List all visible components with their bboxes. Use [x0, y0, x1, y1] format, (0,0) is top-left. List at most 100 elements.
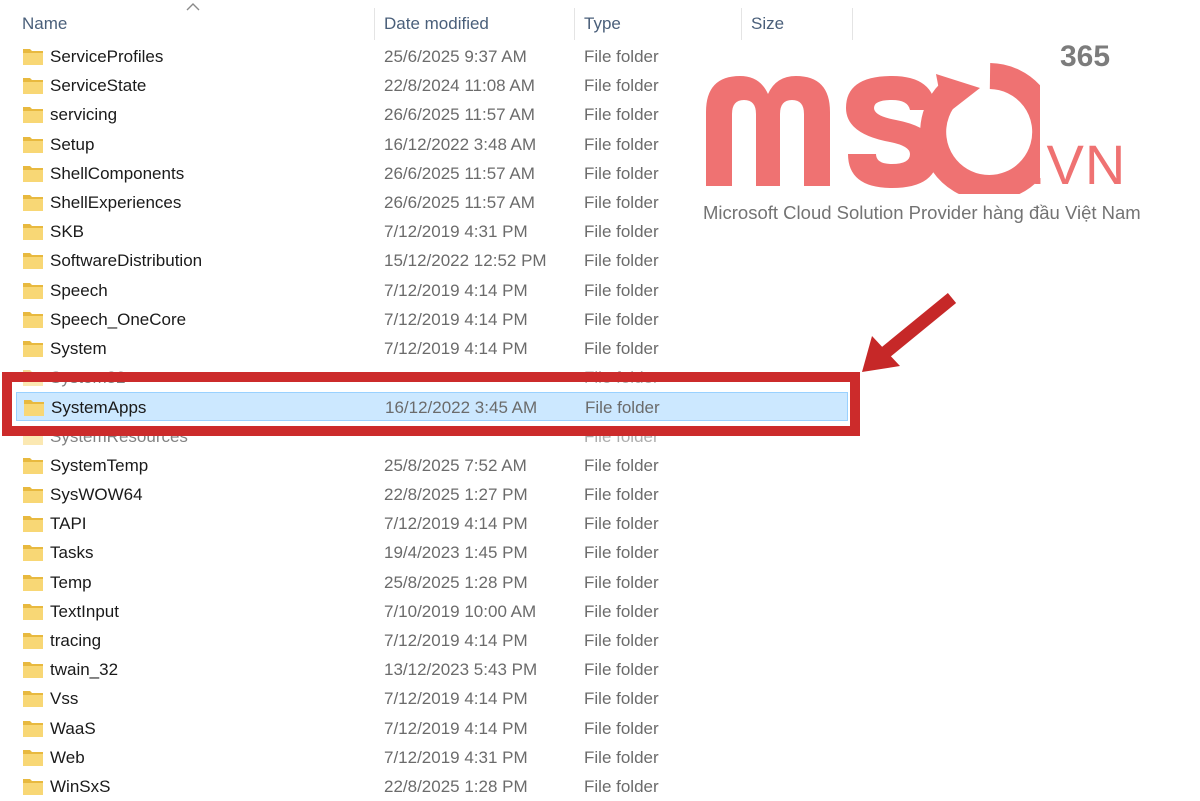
folder-icon: [23, 633, 43, 649]
file-date-modified: 15/12/2022 12:52 PM: [384, 251, 547, 271]
folder-icon: [23, 603, 43, 620]
folder-icon: [23, 428, 43, 445]
folder-icon: [23, 720, 43, 737]
column-header-date-modified[interactable]: Date modified: [384, 0, 574, 44]
file-date-modified: 16/12/2022 3:48 AM: [384, 134, 537, 154]
file-row[interactable]: SysWOW64 22/8/2025 1:27 PM File folder: [16, 480, 848, 509]
file-row-selected[interactable]: SystemApps 16/12/2022 3:45 AM File folder: [16, 392, 848, 422]
file-type: File folder: [585, 398, 660, 418]
file-name: ServiceProfiles: [50, 47, 164, 66]
column-header-type[interactable]: Type: [584, 0, 739, 44]
file-type: File folder: [584, 76, 659, 96]
file-name: Vss: [50, 689, 79, 709]
arrow-pointer-icon: [862, 292, 957, 372]
file-row[interactable]: WaaS 7/12/2019 4:14 PM File folder: [16, 714, 848, 743]
folder-icon: [23, 311, 43, 328]
folder-icon: [23, 195, 43, 211]
file-type: File folder: [584, 514, 659, 534]
file-row[interactable]: System 7/12/2019 4:14 PM File folder: [16, 334, 848, 363]
file-name: System32: [50, 368, 126, 388]
folder-icon: [23, 779, 43, 795]
file-row[interactable]: TAPI 7/12/2019 4:14 PM File folder: [16, 509, 848, 538]
file-date-modified: 22/8/2025 1:28 PM: [384, 777, 528, 796]
file-row[interactable]: Speech 7/12/2019 4:14 PM File folder: [16, 276, 848, 305]
column-divider[interactable]: [852, 8, 853, 40]
file-name: ShellComponents: [50, 163, 185, 183]
file-type: File folder: [584, 631, 659, 650]
file-date-modified: 7/10/2019 10:00 AM: [384, 601, 537, 621]
column-divider[interactable]: [574, 8, 575, 40]
file-date-modified: 26/6/2025 11:57 AM: [384, 105, 535, 125]
file-date-modified: 25/8/2025 1:28 PM: [384, 572, 528, 592]
file-date-modified: 25/6/2025 9:37 AM: [384, 47, 527, 66]
file-name: Setup: [50, 134, 95, 154]
file-date-modified: 22/8/2024 11:08 AM: [384, 76, 535, 96]
file-name: tracing: [50, 631, 102, 650]
file-date-modified: 7/12/2019 4:31 PM: [384, 222, 528, 242]
file-type: File folder: [584, 47, 659, 66]
folder-icon: [23, 457, 43, 474]
file-name: WaaS: [50, 718, 96, 738]
folder-icon: [23, 487, 43, 503]
file-type: File folder: [584, 105, 659, 125]
column-divider[interactable]: [374, 8, 375, 40]
file-type: File folder: [584, 251, 659, 271]
file-type: File folder: [584, 689, 659, 709]
file-name: ShellExperiences: [50, 193, 182, 212]
file-date-modified: 7/12/2019 4:14 PM: [384, 514, 528, 534]
file-name: twain_32: [50, 660, 119, 680]
folder-icon: [23, 574, 43, 591]
file-date-modified: 7/12/2019 4:14 PM: [384, 718, 528, 738]
file-row[interactable]: tracing 7/12/2019 4:14 PM File folder: [16, 626, 848, 655]
file-date-modified: 16/12/2022 3:45 AM: [385, 398, 538, 418]
file-row[interactable]: Speech_OneCore 7/12/2019 4:14 PM File fold…: [16, 305, 848, 334]
folder-icon: [23, 165, 43, 182]
file-row[interactable]: System32 File folder: [16, 363, 848, 392]
file-date-modified: 7/12/2019 4:14 PM: [384, 339, 528, 358]
file-row[interactable]: TextInput 7/10/2019 10:00 AM File folder: [16, 597, 848, 626]
file-name: servicing: [50, 105, 118, 125]
file-row[interactable]: Web 7/12/2019 4:31 PM File folder: [16, 743, 848, 772]
folder-icon: [23, 691, 43, 708]
folder-icon: [24, 400, 44, 417]
file-type: File folder: [584, 485, 659, 504]
folder-icon: [23, 49, 43, 65]
file-name: SoftwareDistribution: [50, 251, 203, 271]
file-row[interactable]: Temp 25/8/2025 1:28 PM File folder: [16, 568, 848, 597]
column-divider[interactable]: [741, 8, 742, 40]
file-type: File folder: [584, 309, 659, 329]
folder-icon: [23, 253, 43, 270]
file-row[interactable]: WinSxS 22/8/2025 1:28 PM File folder: [16, 772, 848, 801]
file-row[interactable]: Tasks 19/4/2023 1:45 PM File folder: [16, 538, 848, 567]
file-date-modified: 13/12/2023 5:43 PM: [384, 660, 538, 680]
file-type: File folder: [584, 572, 659, 592]
folder-icon: [23, 370, 43, 387]
file-row[interactable]: SystemResources File folder: [16, 422, 848, 451]
folder-icon: [23, 749, 43, 766]
mso-watermark-logo: 365 .VN Microsoft Cloud Solution Provide…: [700, 40, 1170, 240]
file-row[interactable]: twain_32 13/12/2023 5:43 PM File folder: [16, 655, 848, 684]
file-type: File folder: [584, 222, 659, 242]
folder-icon: [23, 545, 43, 562]
folder-icon: [23, 224, 43, 241]
file-date-modified: 7/12/2019 4:14 PM: [384, 631, 528, 650]
file-date-modified: 19/4/2023 1:45 PM: [384, 543, 528, 563]
column-header-name[interactable]: Name: [22, 0, 372, 44]
file-type: File folder: [584, 601, 659, 621]
file-type: File folder: [584, 368, 659, 388]
file-name: Web: [50, 747, 85, 767]
file-date-modified: 26/6/2025 11:57 AM: [384, 163, 535, 183]
file-date-modified: 7/12/2019 4:14 PM: [384, 309, 528, 329]
file-name: Tasks: [50, 543, 94, 563]
file-name: Speech_OneCore: [50, 309, 187, 329]
file-row[interactable]: SystemTemp 25/8/2025 7:52 AM File folder: [16, 451, 848, 480]
logo-tagline: Microsoft Cloud Solution Provider hàng đ…: [703, 202, 1141, 223]
file-date-modified: 22/8/2025 1:27 PM: [384, 485, 528, 504]
file-row[interactable]: Vss 7/12/2019 4:14 PM File folder: [16, 684, 848, 713]
file-date-modified: 25/8/2025 7:52 AM: [384, 455, 527, 475]
file-type: File folder: [584, 163, 659, 183]
column-header-size[interactable]: Size: [751, 0, 851, 44]
file-row[interactable]: SoftwareDistribution 15/12/2022 12:52 PM F…: [16, 246, 848, 275]
file-name: SysWOW64: [50, 485, 143, 504]
folder-icon: [23, 341, 43, 357]
